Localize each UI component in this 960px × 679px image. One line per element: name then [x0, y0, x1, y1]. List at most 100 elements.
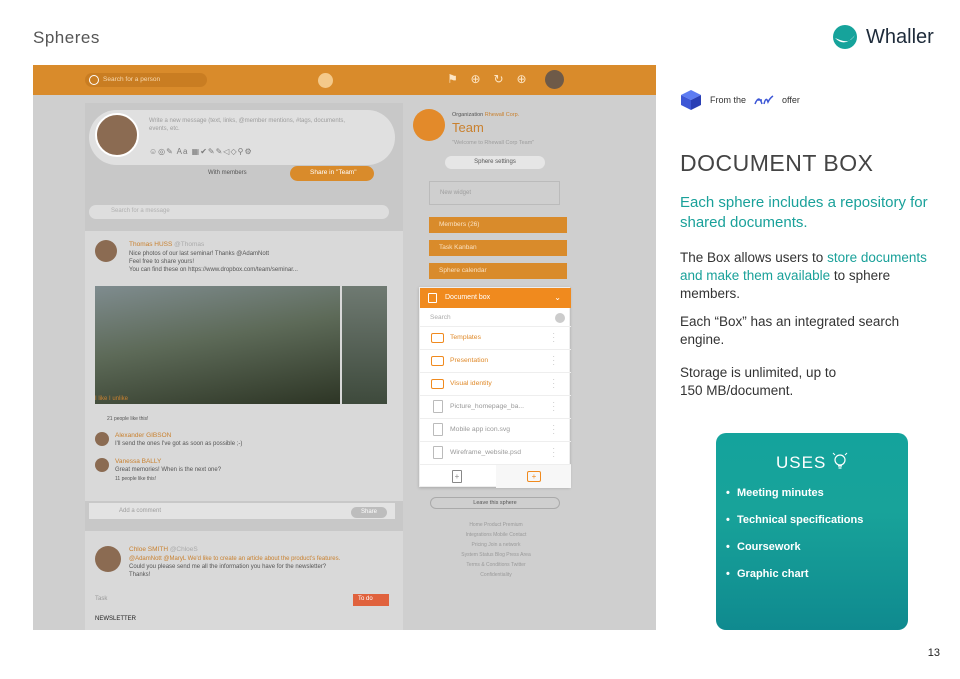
folder-name: Visual identity	[450, 380, 492, 387]
uses-title-text: USES	[775, 453, 827, 472]
post-text-3: You can find these on https://www.dropbo…	[129, 267, 298, 273]
new-widget-button[interactable]: New widget	[429, 181, 560, 205]
file-item[interactable]: Picture_homepage_ba... · · ·	[420, 396, 571, 419]
paragraph-3-line-2: 150 MB/document.	[680, 383, 794, 398]
message-search-input[interactable]: Search for a message	[89, 205, 389, 219]
members-widget[interactable]: Members (26)	[429, 217, 567, 233]
post-reactions[interactable]: I like I unlike	[95, 396, 128, 402]
folder-icon	[431, 379, 444, 389]
task-kanban-widget[interactable]: Task Kanban	[429, 240, 567, 256]
comment-text-2: Great memories! When is the next one?	[115, 467, 222, 473]
paragraph-1: The Box allows users to store documents …	[680, 249, 930, 303]
brand-name: Whaller	[866, 25, 934, 48]
folder-icon	[431, 356, 444, 366]
add-folder-button[interactable]: +	[496, 465, 571, 488]
comment-placeholder: Add a comment	[119, 508, 162, 514]
folder-item[interactable]: Presentation · · ·	[420, 350, 571, 373]
uses-item: Graphic chart	[726, 568, 863, 581]
footer-link-row[interactable]: Confidentiality	[436, 570, 556, 580]
more-icon[interactable]: · · ·	[552, 445, 555, 461]
more-icon[interactable]: · · ·	[552, 422, 555, 438]
document-box-header[interactable]: Document box ⌄	[420, 288, 571, 308]
share-button-label: Share in "Team"	[310, 169, 357, 176]
file-icon	[433, 423, 443, 436]
more-icon[interactable]: · · ·	[552, 399, 555, 415]
document-search-placeholder: Search	[430, 314, 451, 321]
task-title: NEWSLETTER	[95, 616, 137, 622]
post2-text-1: @AdamNott @MaryL We'd like to create an …	[129, 556, 341, 562]
comment-avatar	[95, 458, 109, 472]
composer-placeholder[interactable]: Write a new message (text, links, @membe…	[149, 117, 364, 133]
sphere-welcome: "Welcome to Rhewall Corp Team"	[452, 140, 535, 146]
add-icon[interactable]: ⊕	[514, 72, 529, 87]
members-select[interactable]: With members	[208, 170, 247, 176]
comment-share-button[interactable]: Share	[351, 507, 387, 518]
post-author-avatar	[95, 240, 117, 262]
sphere-name: Team	[452, 120, 484, 135]
add-file-button[interactable]: +	[420, 465, 495, 488]
file-item[interactable]: Wireframe_website.psd · · ·	[420, 442, 571, 465]
post2-author[interactable]: Chloe SMITH @ChloeS	[129, 546, 198, 553]
footer-links[interactable]: Home Product Premium Integrations Mobile…	[436, 520, 556, 580]
post-author[interactable]: Thomas HUSS @Thomas	[129, 241, 204, 248]
uses-item: Coursework	[726, 541, 863, 554]
comment-avatar	[95, 432, 109, 446]
document-search-input[interactable]: Search	[420, 309, 571, 327]
comment-author-2[interactable]: Vanessa BALLY	[115, 458, 161, 465]
offer-suffix: offer	[782, 95, 800, 105]
uses-title: USES	[716, 452, 908, 473]
folder-item[interactable]: Visual identity · · ·	[420, 373, 571, 396]
lead-text: Each sphere includes a repository for sh…	[680, 194, 928, 231]
composer-toolbar-icons[interactable]: ☺◎✎ Aa ▦✔✎✎◁◇⚲⚙	[149, 147, 253, 156]
footer-link-row[interactable]: Integrations Mobile Contact	[436, 530, 556, 540]
more-icon[interactable]: · · ·	[552, 353, 555, 369]
post-photo-thumbs[interactable]	[342, 286, 387, 404]
page-title: DOCUMENT BOX	[680, 150, 874, 176]
offer-line: From the offer	[680, 89, 800, 111]
comment-author-1[interactable]: Alexander GIBSON	[115, 432, 171, 439]
whaller-logo-icon	[833, 25, 857, 49]
flag-icon[interactable]: ⚑	[445, 72, 460, 87]
sphere-settings-button[interactable]: Sphere settings	[445, 156, 545, 169]
leave-sphere-button[interactable]: Leave this sphere	[430, 497, 560, 509]
document-box-widget: Document box ⌄ Search Templates · · · Prese…	[419, 287, 571, 488]
more-icon[interactable]: · · ·	[552, 376, 555, 392]
paragraph-3-line-1: Storage is unlimited, up to	[680, 365, 837, 380]
uses-item: Meeting minutes	[726, 487, 863, 500]
search-icon[interactable]	[555, 313, 565, 323]
file-icon	[428, 293, 437, 303]
add-folder-icon: +	[527, 471, 541, 482]
slide-section-title: Spheres	[33, 28, 100, 47]
share-in-team-button[interactable]: Share in "Team"	[290, 166, 374, 181]
document-box-title: Document box	[445, 294, 491, 301]
user-avatar[interactable]	[545, 70, 564, 89]
file-name: Mobile app icon.svg	[450, 426, 511, 433]
post-likes: 21 people like this!	[107, 416, 149, 422]
footer-link-row[interactable]: Pricing Join a network	[436, 540, 556, 550]
person-search-input[interactable]: Search for a person	[85, 73, 207, 87]
post2-text-3: Thanks!	[129, 572, 151, 578]
more-icon[interactable]: · · ·	[552, 330, 555, 346]
post-text-1: Nice photos of our last seminar! Thanks …	[129, 251, 270, 257]
chevron-down-icon[interactable]: ⌄	[554, 293, 561, 302]
paragraph-1-start: The Box allows users to	[680, 250, 828, 265]
refresh-icon[interactable]: ↻	[491, 72, 506, 87]
brand-logo: Whaller	[832, 24, 934, 50]
offer-prefix: From the	[710, 95, 747, 105]
footer-link-row[interactable]: Terms & Conditions Twitter	[436, 560, 556, 570]
add-sphere-icon[interactable]: ⊕	[468, 72, 483, 87]
post-photo[interactable]	[95, 286, 340, 404]
person-search-placeholder: Search for a person	[103, 76, 161, 83]
app-logo-icon[interactable]	[318, 73, 333, 88]
uses-list: Meeting minutes Technical specifications…	[726, 487, 863, 595]
file-item[interactable]: Mobile app icon.svg · · ·	[420, 419, 571, 442]
task-label: Task	[95, 596, 108, 602]
folder-item[interactable]: Templates · · ·	[420, 327, 571, 350]
todo-badge[interactable]: To do	[353, 594, 389, 606]
sphere-calendar-widget[interactable]: Sphere calendar	[429, 263, 567, 279]
footer-link-row[interactable]: System Status Blog Press Area	[436, 550, 556, 560]
offer-signature-icon	[754, 95, 774, 105]
comment-text-1: I'll send the ones I've got as soon as p…	[115, 441, 243, 447]
uses-card: USES Meeting minutes Technical specifica…	[716, 433, 908, 630]
footer-link-row[interactable]: Home Product Premium	[436, 520, 556, 530]
